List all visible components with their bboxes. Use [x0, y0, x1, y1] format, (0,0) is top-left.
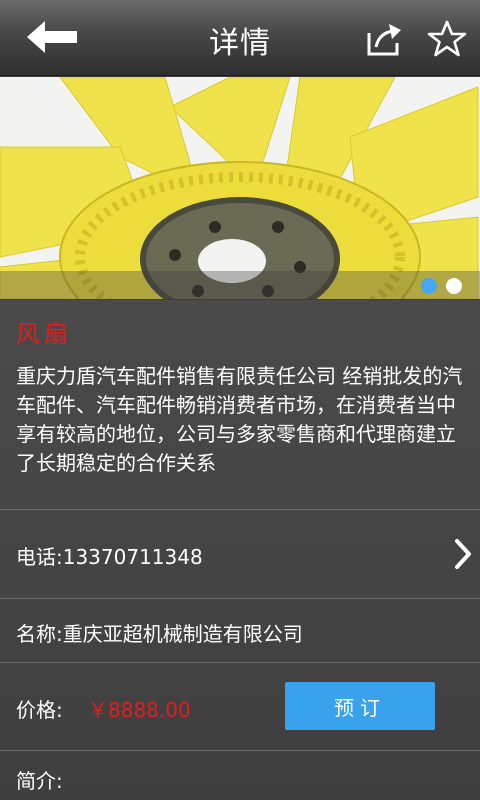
price-label: 价格:: [16, 698, 63, 722]
phone-call-button[interactable]: [448, 536, 478, 572]
fan-image: [0, 77, 480, 299]
share-button[interactable]: [362, 18, 406, 60]
divider: [0, 598, 480, 599]
product-image-carousel[interactable]: [0, 77, 480, 299]
product-name: 风扇: [16, 320, 72, 348]
divider: [0, 750, 480, 751]
star-outline-icon: [427, 20, 467, 57]
top-navigation-bar: 详情: [0, 0, 480, 76]
reserve-button[interactable]: 预订: [285, 682, 435, 730]
back-button[interactable]: [22, 16, 82, 58]
chevron-right-icon: [455, 539, 471, 569]
product-description: 重庆力盾汽车配件销售有限责任公司 经销批发的汽车配件、汽车配件畅销消费者市场，在…: [16, 364, 463, 475]
carousel-indicator-strip: [0, 271, 480, 299]
arrow-left-icon: [27, 21, 77, 53]
company-name: 名称:重庆亚超机械制造有限公司: [16, 622, 303, 646]
divider: [0, 662, 480, 663]
carousel-dot[interactable]: [446, 278, 462, 294]
price-value: ￥8888.00: [88, 698, 191, 722]
share-icon: [367, 24, 401, 56]
page-title: 详情: [209, 26, 271, 61]
phone-row[interactable]: 电话:13370711348: [16, 541, 203, 570]
intro-label: 简介:: [16, 769, 63, 793]
divider: [0, 509, 480, 510]
carousel-dot-active[interactable]: [421, 278, 437, 294]
favorite-button[interactable]: [424, 16, 470, 62]
